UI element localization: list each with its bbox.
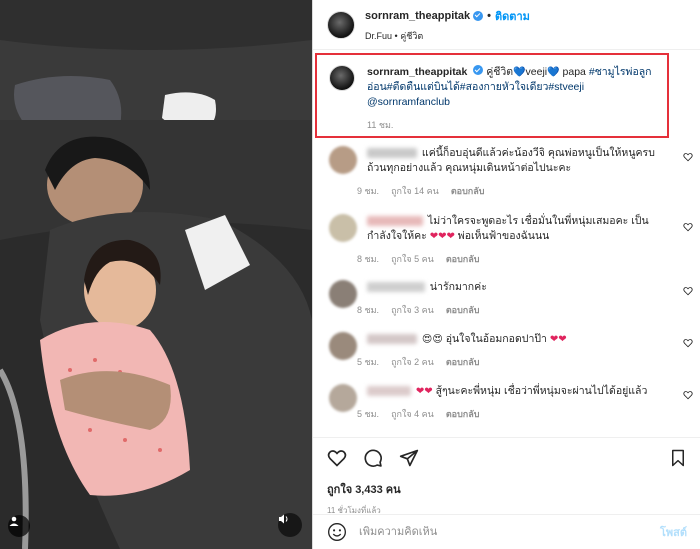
post-photo[interactable] (0, 0, 312, 549)
comment-likes[interactable]: ถูกใจ 2 คน (391, 355, 434, 369)
caption-part-c: papa (562, 66, 586, 78)
commenter-name[interactable] (367, 282, 425, 293)
like-comment-icon[interactable] (683, 338, 693, 348)
audio-info[interactable]: Dr.Fuu • คู่ชีวิต (365, 29, 530, 43)
comment-meta: 9 ชม. ถูกใจ 14 คน ตอบกลับ (357, 184, 671, 198)
red-heart-icon: ❤❤ (549, 334, 567, 345)
comment-text: น่ารักมากค่ะ (367, 280, 487, 295)
audio-title[interactable]: คู่ชีวิต (400, 31, 423, 41)
commenter-avatar[interactable] (329, 146, 357, 174)
reply-button[interactable]: ตอบกลับ (446, 303, 480, 317)
post-actions: ถูกใจ 3,433 คน 11 ชั่วโมงที่แล้ว (313, 437, 700, 517)
comment-time[interactable]: 8 ชม. (357, 303, 379, 317)
post-comment-button[interactable]: โพสต์ (660, 523, 687, 541)
comment-item: ❤❤ สู้ๆนะคะพี่หนุ่ม เชื่อว่าพี่หนุ่มจะผ่… (313, 372, 700, 424)
caption-text: sornram_theappitak คู่ชีวิต💙veeji💙 papa … (367, 65, 657, 110)
comment-text: ❤❤ สู้ๆนะคะพี่หนุ่ม เชื่อว่าพี่หนุ่มจะผ่… (367, 384, 647, 399)
like-count[interactable]: ถูกใจ 3,433 คน (327, 480, 687, 498)
bookmark-icon[interactable] (669, 448, 687, 468)
comment-text: 😍😍 อุ่นใจในอ้อมกอดปาป๊า ❤❤ (367, 332, 567, 347)
blue-heart-icon: 💙 (547, 67, 560, 78)
commenter-avatar[interactable] (329, 214, 357, 242)
separator-dot: • (487, 9, 492, 22)
audio-separator: • (394, 30, 398, 41)
caption-highlight: sornram_theappitak คู่ชีวิต💙veeji💙 papa … (315, 53, 669, 138)
commenter-name[interactable] (367, 334, 417, 345)
caption-mention[interactable]: @sornramfanclub (367, 96, 450, 108)
comment-icon[interactable] (363, 448, 383, 468)
red-heart-icon: ❤❤ (415, 386, 433, 397)
commenter-name[interactable] (367, 148, 417, 159)
comment-time[interactable]: 5 ชม. (357, 407, 379, 421)
blue-heart-icon: 💙 (513, 67, 526, 78)
comment-content: สู้ๆนะคะพี่หนุ่ม เชื่อว่าพี่หนุ่มจะผ่านไ… (435, 385, 648, 397)
verified-icon (473, 10, 484, 21)
sound-icon[interactable] (278, 513, 302, 537)
like-comment-icon[interactable] (683, 152, 693, 162)
reply-button[interactable]: ตอบกลับ (451, 184, 485, 198)
comment-content: น่ารักมากค่ะ (429, 281, 487, 293)
comment-text: ไม่ว่าใครจะพูดอะไร เชื่อมั่นในพี่หนุ่มเส… (367, 214, 671, 244)
comment-likes[interactable]: ถูกใจ 4 คน (391, 407, 434, 421)
comment-content-b: พ่อเห็นฟ้าของฉันนน (457, 230, 550, 242)
comment-list: แค่นี้ก็อบอุ่นดีแล้วค่ะน้องวีจิ คุณพ่อหน… (313, 142, 700, 424)
caption-part-a: คู่ชีวิต (486, 66, 514, 78)
audio-artist[interactable]: Dr.Fuu (365, 31, 392, 41)
comment-item: 😍😍 อุ่นใจในอ้อมกอดปาป๊า ❤❤ 5 ชม. ถูกใจ 2… (313, 320, 700, 372)
reply-button[interactable]: ตอบกลับ (446, 407, 480, 421)
comment-item: ไม่ว่าใครจะพูดอะไร เชื่อมั่นในพี่หนุ่มเส… (313, 202, 700, 268)
comment-item: แค่นี้ก็อบอุ่นดีแล้วค่ะน้องวีจิ คุณพ่อหน… (313, 142, 700, 202)
follow-button[interactable]: ติดตาม (495, 7, 530, 25)
commenter-avatar[interactable] (329, 384, 357, 412)
heart-eyes-icon: 😍😍 (421, 334, 443, 345)
share-icon[interactable] (399, 448, 419, 468)
caption-username[interactable]: sornram_theappitak (367, 66, 467, 78)
comment-meta: 5 ชม. ถูกใจ 4 คน ตอบกลับ (357, 407, 647, 421)
commenter-avatar[interactable] (329, 332, 357, 360)
emoji-icon[interactable] (327, 522, 347, 542)
comment-time[interactable]: 5 ชม. (357, 355, 379, 369)
caption-avatar[interactable] (329, 65, 355, 91)
comment-likes[interactable]: ถูกใจ 14 คน (391, 184, 439, 198)
author-username[interactable]: sornram_theappitak (365, 10, 470, 22)
photo-illustration (0, 0, 312, 549)
like-comment-icon[interactable] (683, 390, 693, 400)
reply-button[interactable]: ตอบกลับ (446, 355, 480, 369)
verified-icon (473, 65, 484, 75)
comment-item: น่ารักมากค่ะ 8 ชม. ถูกใจ 3 คน ตอบกลับ (313, 268, 700, 320)
like-icon[interactable] (327, 448, 347, 468)
like-comment-icon[interactable] (683, 222, 693, 232)
comment-meta: 8 ชม. ถูกใจ 5 คน ตอบกลับ (357, 252, 671, 266)
comment-time[interactable]: 8 ชม. (357, 252, 379, 266)
comment-time[interactable]: 9 ชม. (357, 184, 379, 198)
comment-text: แค่นี้ก็อบอุ่นดีแล้วค่ะน้องวีจิ คุณพ่อหน… (367, 146, 671, 176)
add-comment-bar: โพสต์ (313, 514, 700, 549)
comment-content: อุ่นใจในอ้อมกอดปาป๊า (445, 333, 547, 345)
comment-input[interactable] (359, 526, 660, 538)
comment-likes[interactable]: ถูกใจ 5 คน (391, 252, 434, 266)
commenter-avatar[interactable] (329, 280, 357, 308)
reply-button[interactable]: ตอบกลับ (446, 252, 480, 266)
author-avatar[interactable] (327, 10, 355, 39)
post-panel: sornram_theappitak • ติดตาม Dr.Fuu • คู่… (312, 0, 700, 549)
comment-likes[interactable]: ถูกใจ 3 คน (391, 303, 434, 317)
comment-meta: 5 ชม. ถูกใจ 2 คน ตอบกลับ (357, 355, 567, 369)
caption-part-b: veeji (525, 66, 548, 78)
red-heart-icon: ❤❤❤ (429, 231, 455, 242)
caption-time[interactable]: 11 ชม. (367, 118, 657, 132)
post-header: sornram_theappitak • ติดตาม Dr.Fuu • คู่… (313, 0, 700, 50)
tagged-user-icon[interactable] (8, 515, 30, 537)
commenter-name[interactable] (367, 386, 411, 397)
like-comment-icon[interactable] (683, 286, 693, 296)
commenter-name[interactable] (367, 216, 423, 227)
comment-meta: 8 ชม. ถูกใจ 3 คน ตอบกลับ (357, 303, 487, 317)
